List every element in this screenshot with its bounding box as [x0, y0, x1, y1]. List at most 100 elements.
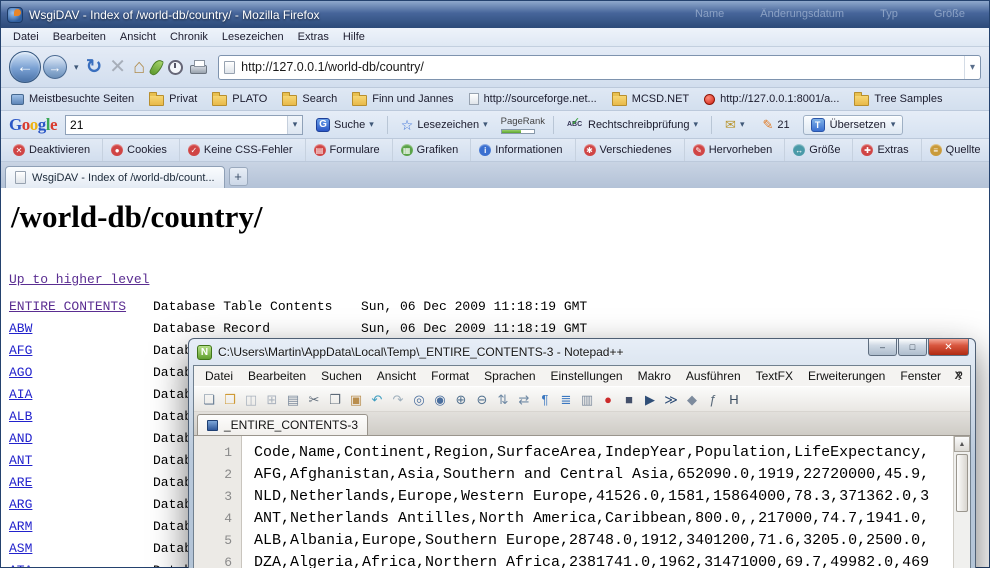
menu-item[interactable]: Ansicht [114, 30, 162, 44]
listing-link[interactable]: ANT [9, 450, 153, 472]
history-dropdown-icon[interactable]: ▾ [74, 63, 79, 72]
close-document-x[interactable]: X [955, 370, 962, 382]
find-icon[interactable]: ◎ [410, 390, 428, 408]
reload-button[interactable]: ↻ [86, 57, 103, 77]
up-to-higher-level-link[interactable]: Up to higher level [9, 272, 149, 287]
urlbar-dropdown-icon[interactable]: ▾ [964, 56, 980, 79]
menu-item[interactable]: Ansicht [370, 368, 423, 384]
menu-item[interactable]: Ausführen [679, 368, 748, 384]
undo-icon[interactable]: ↶ [368, 390, 386, 408]
new-file-icon[interactable]: ❏ [200, 390, 218, 408]
back-button[interactable]: ← [9, 51, 41, 83]
function-completion-icon[interactable]: ƒ [704, 390, 722, 408]
google-search-button[interactable]: G Suche ▾ [311, 116, 379, 134]
open-folder-icon[interactable]: ❒ [221, 390, 239, 408]
listing-link[interactable]: ARG [9, 494, 153, 516]
menu-item[interactable]: Datei [7, 30, 45, 44]
highlight-button[interactable]: ✎ 21 [757, 116, 794, 133]
minimize-button[interactable]: – [868, 339, 897, 356]
menu-item[interactable]: Fenster [893, 368, 948, 384]
bookmark-item[interactable]: http://sourceforge.net... [469, 93, 597, 105]
listing-link[interactable]: ATA [9, 560, 153, 567]
close-button[interactable]: ✕ [928, 339, 969, 356]
bookmark-item[interactable]: Tree Samples [854, 93, 942, 106]
maximize-button[interactable]: □ [898, 339, 927, 356]
location-bar[interactable]: ▾ [218, 55, 981, 80]
webdev-menu-item[interactable]: ✱ Verschiedenes [576, 139, 685, 161]
menu-item[interactable]: Chronik [164, 30, 214, 44]
cut-icon[interactable]: ✂ [305, 390, 323, 408]
listing-link[interactable]: ARM [9, 516, 153, 538]
print-icon[interactable]: ▤ [284, 390, 302, 408]
menu-item[interactable]: Lesezeichen [216, 30, 290, 44]
notepadpp-titlebar[interactable]: N C:\Users\Martin\AppData\Local\Temp\_EN… [193, 339, 971, 365]
listing-link[interactable]: ASM [9, 538, 153, 560]
webdev-menu-item[interactable]: ▤ Formulare [306, 139, 393, 161]
sync-scroll-h-icon[interactable]: ⇄ [515, 390, 533, 408]
save-icon[interactable]: ◫ [242, 390, 260, 408]
listing-link[interactable]: AGO [9, 362, 153, 384]
bookmark-item[interactable]: Search [282, 93, 337, 106]
bookmark-item[interactable]: MCSD.NET [612, 93, 689, 106]
menu-item[interactable]: Makro [631, 368, 678, 384]
bookmark-item[interactable]: Privat [149, 93, 197, 106]
menu-item[interactable]: Erweiterungen [801, 368, 892, 384]
translate-button[interactable]: T Übersetzen ▾ [803, 115, 904, 135]
menu-item[interactable]: Sprachen [477, 368, 542, 384]
bookmark-item[interactable]: http://127.0.0.1:8001/a... [704, 93, 839, 105]
webdev-menu-item[interactable]: ≡ Quellte [922, 139, 990, 161]
stop-button[interactable]: ✕ [109, 57, 126, 77]
menu-item[interactable]: Bearbeiten [47, 30, 112, 44]
google-bookmarks-button[interactable]: ☆ Lesezeichen ▾ [396, 116, 493, 134]
replace-icon[interactable]: ◉ [431, 390, 449, 408]
spellcheck-button[interactable]: ABC✓ Rechtschreibprüfung ▾ [562, 117, 703, 133]
listing-link[interactable]: ALB [9, 406, 153, 428]
webdev-menu-item[interactable]: i Informationen [471, 139, 575, 161]
document-tab[interactable]: _ENTIRE_CONTENTS-3 [197, 414, 368, 435]
stop-record-icon[interactable]: ■ [620, 390, 638, 408]
menu-item[interactable]: Datei [198, 368, 240, 384]
bookmark-item[interactable]: PLATO [212, 93, 267, 106]
zoom-out-icon[interactable]: ⊖ [473, 390, 491, 408]
home-button[interactable]: ⌂ [133, 57, 145, 77]
save-macro-icon[interactable]: ◆ [683, 390, 701, 408]
firefox-titlebar[interactable]: WsgiDAV - Index of /world-db/country/ - … [1, 1, 989, 28]
code-area[interactable]: Code,Name,Continent,Region,SurfaceArea,I… [242, 436, 953, 568]
word-wrap-icon[interactable]: ¶ [536, 390, 554, 408]
menu-item[interactable]: Format [424, 368, 476, 384]
play-macro-icon[interactable]: ▶ [641, 390, 659, 408]
clock-addon-icon[interactable] [168, 60, 183, 75]
vertical-scrollbar[interactable]: ▲ [953, 436, 970, 568]
webdev-menu-item[interactable]: ✎ Hervorheben [685, 139, 786, 161]
listing-link[interactable]: AIA [9, 384, 153, 406]
forward-button[interactable]: → [43, 55, 67, 79]
zoom-in-icon[interactable]: ⊕ [452, 390, 470, 408]
copy-icon[interactable]: ❐ [326, 390, 344, 408]
indent-guide-icon[interactable]: ≣ [557, 390, 575, 408]
webdev-menu-item[interactable]: ✓ Keine CSS-Fehler [180, 139, 306, 161]
editor-area[interactable]: 123456 Code,Name,Continent,Region,Surfac… [194, 436, 970, 568]
listing-link[interactable]: AFG [9, 340, 153, 362]
google-search-input[interactable] [66, 118, 287, 132]
listing-link[interactable]: ABW [9, 318, 153, 340]
scroll-up-icon[interactable]: ▲ [954, 436, 970, 452]
webdev-menu-item[interactable]: ✚ Extras [853, 139, 921, 161]
run-macro-multiple-icon[interactable]: ≫ [662, 390, 680, 408]
google-search-box[interactable]: ▾ [65, 115, 303, 135]
menu-item[interactable]: Extras [292, 30, 335, 44]
menu-item[interactable]: Suchen [314, 368, 369, 384]
record-macro-icon[interactable]: ● [599, 390, 617, 408]
send-to-button[interactable]: ✉ ▾ [720, 116, 749, 133]
listing-link[interactable]: AND [9, 428, 153, 450]
webdev-menu-item[interactable]: ↔ Größe [785, 139, 853, 161]
sync-scroll-v-icon[interactable]: ⇅ [494, 390, 512, 408]
change-history-icon[interactable]: H [725, 390, 743, 408]
pagerank-widget[interactable]: PageRank [501, 116, 545, 134]
print-button[interactable] [190, 65, 207, 74]
listing-link[interactable]: ARE [9, 472, 153, 494]
paste-icon[interactable]: ▣ [347, 390, 365, 408]
save-all-icon[interactable]: ⊞ [263, 390, 281, 408]
menu-item[interactable]: TextFX [749, 368, 800, 384]
webdev-menu-item[interactable]: ✕ Deaktivieren [5, 139, 103, 161]
menu-item[interactable]: Einstellungen [544, 368, 630, 384]
